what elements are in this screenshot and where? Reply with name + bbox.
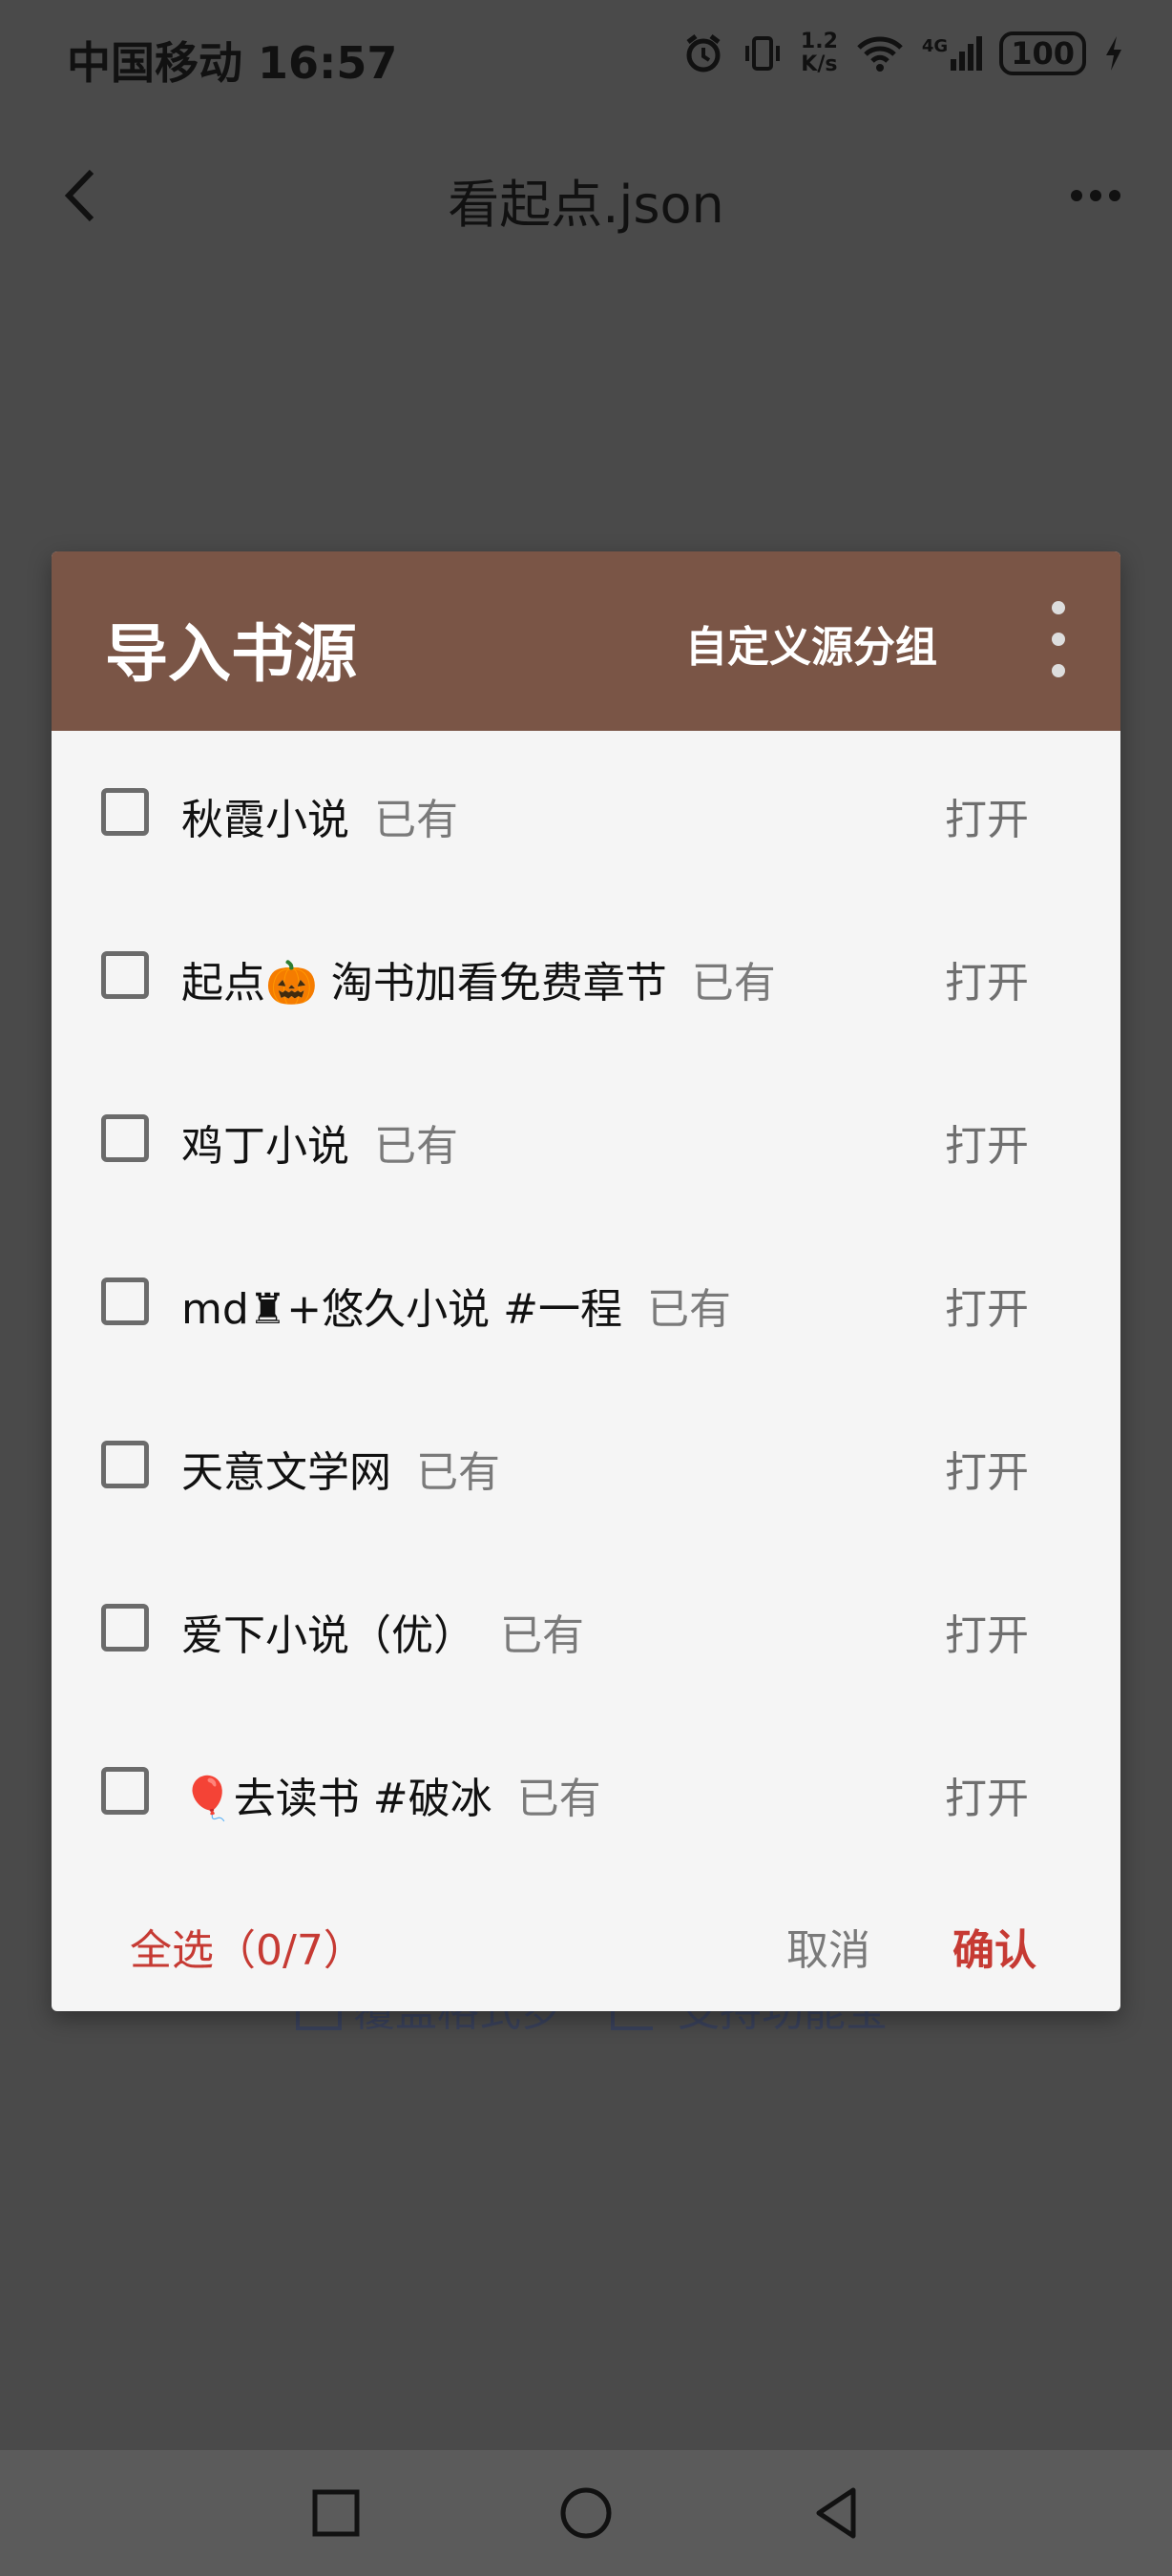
item-tag: 已有 bbox=[691, 959, 776, 1008]
page-title: 看起点.json bbox=[448, 175, 724, 235]
open-button[interactable]: 打开 bbox=[945, 1275, 1029, 1336]
item-name: 起点🎃 淘书加看免费章节 bbox=[181, 959, 667, 1008]
list-item[interactable]: 起点🎃 淘书加看免费章节 已有 打开 bbox=[52, 896, 1120, 1059]
home-icon[interactable] bbox=[555, 2483, 617, 2544]
dialog-footer: 全选（0/7） 取消 确认 bbox=[52, 1878, 1120, 2011]
list-item[interactable]: md♜+悠久小说 #一程 已有 打开 bbox=[52, 1222, 1120, 1385]
alarm-icon bbox=[686, 34, 721, 73]
import-source-dialog: 导入书源 自定义源分组 秋霞小说 已有 打开 起点🎃 淘书加看免费章节 已有 打开 … bbox=[52, 551, 1120, 2011]
item-tag: 已有 bbox=[374, 796, 458, 844]
open-button[interactable]: 打开 bbox=[945, 1764, 1029, 1825]
select-all-button[interactable]: 全选（0/7） bbox=[130, 1916, 366, 1977]
dialog-header: 导入书源 自定义源分组 bbox=[52, 551, 1120, 731]
dialog-title: 导入书源 bbox=[105, 617, 357, 691]
item-text: 爱下小说（优） 已有 bbox=[181, 1601, 584, 1662]
list-item[interactable]: 爱下小说（优） 已有 打开 bbox=[52, 1548, 1120, 1712]
list-item[interactable]: 鸡丁小说 已有 打开 bbox=[52, 1059, 1120, 1222]
speed-value: 1.2 bbox=[800, 30, 838, 53]
app-bar: 看起点.json bbox=[0, 124, 1172, 258]
item-text: 秋霞小说 已有 bbox=[181, 785, 458, 846]
item-checkbox[interactable] bbox=[101, 1278, 149, 1325]
item-checkbox[interactable] bbox=[101, 1604, 149, 1652]
item-name: 鸡丁小说 bbox=[181, 1122, 349, 1171]
net-speed: 1.2 K/s bbox=[801, 31, 838, 76]
open-button[interactable]: 打开 bbox=[945, 1111, 1029, 1173]
item-checkbox[interactable] bbox=[101, 951, 149, 999]
carrier-time: 中国移动 16:57 bbox=[67, 37, 398, 89]
item-checkbox[interactable] bbox=[101, 1441, 149, 1488]
item-name: 秋霞小说 bbox=[181, 796, 349, 844]
speed-unit: K/s bbox=[801, 52, 838, 76]
network-type: 4G bbox=[921, 36, 949, 56]
list-item[interactable]: 天意文学网 已有 打开 bbox=[52, 1385, 1120, 1548]
cancel-button[interactable]: 取消 bbox=[786, 1916, 870, 1977]
item-tag: 已有 bbox=[646, 1285, 731, 1334]
item-text: 起点🎃 淘书加看免费章节 已有 bbox=[181, 948, 776, 1009]
open-button[interactable]: 打开 bbox=[945, 1601, 1029, 1662]
source-list: 秋霞小说 已有 打开 起点🎃 淘书加看免费章节 已有 打开 鸡丁小说 已有 打开 md… bbox=[52, 733, 1120, 1875]
item-name: 天意文学网 bbox=[181, 1448, 391, 1497]
item-tag: 已有 bbox=[500, 1611, 584, 1660]
wifi-icon bbox=[857, 36, 903, 72]
status-bar: 中国移动 16:57 1.2 K/s 4G 100 bbox=[0, 0, 1172, 114]
confirm-button[interactable]: 确认 bbox=[952, 1916, 1036, 1977]
more-options-icon[interactable] bbox=[1057, 172, 1134, 219]
list-item[interactable]: 秋霞小说 已有 打开 bbox=[52, 733, 1120, 896]
item-name: 🎈去读书 #破冰 bbox=[181, 1775, 492, 1823]
item-text: 🎈去读书 #破冰 已有 bbox=[181, 1764, 601, 1825]
vibrate-icon bbox=[744, 36, 780, 71]
item-name: 爱下小说（优） bbox=[181, 1611, 475, 1660]
item-checkbox[interactable] bbox=[101, 788, 149, 836]
charging-icon bbox=[1106, 36, 1121, 71]
dialog-overflow-menu-icon[interactable] bbox=[1044, 601, 1073, 677]
item-checkbox[interactable] bbox=[101, 1114, 149, 1162]
battery-indicator: 100 bbox=[999, 31, 1086, 75]
system-nav-bar bbox=[0, 2450, 1172, 2576]
item-text: 天意文学网 已有 bbox=[181, 1438, 500, 1499]
item-tag: 已有 bbox=[374, 1122, 458, 1171]
recent-apps-icon[interactable] bbox=[305, 2483, 366, 2544]
open-button[interactable]: 打开 bbox=[945, 948, 1029, 1009]
item-tag: 已有 bbox=[516, 1775, 601, 1823]
custom-group-button[interactable]: 自定义源分组 bbox=[685, 613, 937, 674]
open-button[interactable]: 打开 bbox=[945, 785, 1029, 846]
back-icon[interactable] bbox=[806, 2483, 867, 2544]
list-item[interactable]: 🎈去读书 #破冰 已有 打开 bbox=[52, 1712, 1120, 1875]
item-text: 鸡丁小说 已有 bbox=[181, 1111, 458, 1173]
item-checkbox[interactable] bbox=[101, 1767, 149, 1815]
item-tag: 已有 bbox=[416, 1448, 500, 1497]
signal-icon: 4G bbox=[921, 36, 983, 71]
open-button[interactable]: 打开 bbox=[945, 1438, 1029, 1499]
item-text: md♜+悠久小说 #一程 已有 bbox=[181, 1275, 731, 1336]
status-icons: 1.2 K/s 4G 100 bbox=[682, 31, 1124, 76]
item-name: md♜+悠久小说 #一程 bbox=[181, 1285, 622, 1334]
